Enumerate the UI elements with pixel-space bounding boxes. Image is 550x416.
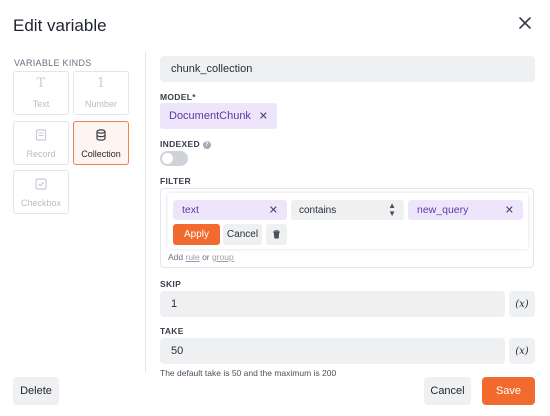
model-label: MODEL*: [160, 92, 196, 102]
rule-cancel-button[interactable]: Cancel: [223, 224, 262, 245]
close-icon[interactable]: [516, 14, 534, 32]
trash-icon: [273, 230, 280, 239]
kind-number-option[interactable]: 1 Number: [73, 71, 129, 115]
help-icon: ?: [202, 141, 211, 149]
cancel-button[interactable]: Cancel: [424, 377, 471, 405]
filter-label: FILTER: [160, 176, 191, 186]
take-input[interactable]: 50: [160, 338, 505, 364]
rule-value-value: new_query: [417, 204, 469, 216]
kind-label: Text: [32, 99, 50, 109]
toggle-knob: [162, 153, 173, 164]
kind-text-option[interactable]: T Text: [13, 71, 69, 115]
panel-divider: [145, 52, 146, 372]
skip-value: 1: [171, 298, 178, 310]
clear-field-icon[interactable]: ✕: [269, 204, 278, 217]
add-rule-row: Add rule or group: [168, 252, 234, 262]
kind-record-option[interactable]: Record: [13, 121, 69, 165]
rule-operator-select[interactable]: contains ▲ ▼: [291, 200, 404, 220]
rule-value-select[interactable]: new_query ✕: [408, 200, 523, 220]
checkbox-icon: [35, 178, 47, 190]
kind-label: Collection: [81, 149, 121, 159]
indexed-label: INDEXED?: [160, 139, 211, 149]
clear-model-icon[interactable]: ✕: [259, 110, 268, 123]
model-select[interactable]: DocumentChunk ✕: [160, 103, 277, 129]
database-icon: [96, 129, 106, 141]
rule-field-select[interactable]: text ✕: [173, 200, 287, 220]
variable-kinds-label: VARIABLE KINDS: [14, 58, 92, 68]
variable-name-value: chunk_collection: [171, 63, 253, 75]
kind-label: Number: [84, 99, 117, 109]
skip-input[interactable]: 1: [160, 291, 505, 317]
rule-operator-value: contains: [299, 204, 337, 216]
take-variable-button[interactable]: (x): [509, 338, 535, 364]
number-icon: 1: [96, 76, 106, 91]
kind-checkbox-option[interactable]: Checkbox: [13, 170, 69, 214]
skip-variable-button[interactable]: (x): [509, 291, 535, 317]
dialog-title: Edit variable: [13, 16, 107, 35]
sort-arrows-icon: ▲ ▼: [388, 201, 396, 218]
apply-button[interactable]: Apply: [173, 224, 220, 245]
indexed-toggle[interactable]: [160, 151, 188, 166]
take-value: 50: [171, 345, 184, 357]
clear-value-icon[interactable]: ✕: [505, 204, 514, 217]
delete-button[interactable]: Delete: [13, 377, 59, 405]
kind-label: Record: [26, 149, 56, 159]
add-rule-link[interactable]: rule: [186, 252, 200, 262]
add-group-link[interactable]: group: [212, 252, 234, 262]
text-icon: T: [36, 76, 46, 91]
take-help-text: The default take is 50 and the maximum i…: [160, 368, 337, 378]
save-button[interactable]: Save: [482, 377, 535, 405]
kind-collection-option[interactable]: Collection: [73, 121, 129, 165]
variable-name-input[interactable]: chunk_collection: [160, 56, 535, 82]
delete-rule-button[interactable]: [266, 224, 287, 245]
record-icon: [35, 129, 47, 141]
model-value: DocumentChunk: [169, 110, 251, 122]
skip-label: SKIP: [160, 279, 182, 289]
take-label: TAKE: [160, 326, 184, 336]
rule-field-value: text: [182, 204, 199, 216]
kind-label: Checkbox: [20, 198, 62, 208]
